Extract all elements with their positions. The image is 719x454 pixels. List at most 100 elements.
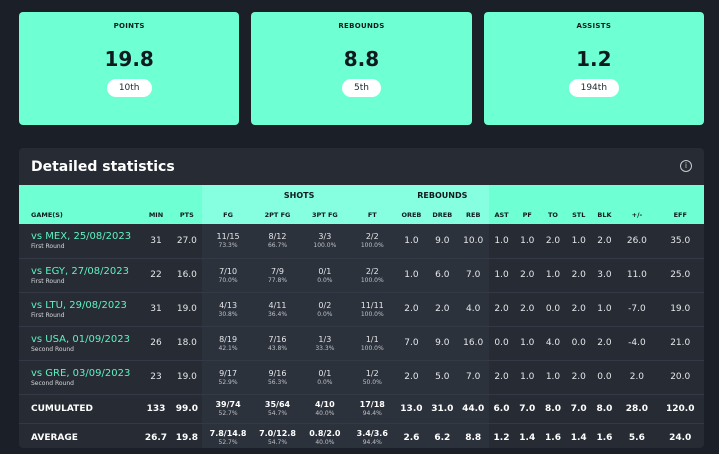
steals-value: 7.0 bbox=[570, 403, 587, 414]
defensive-rebounds-value: 31.0 bbox=[431, 403, 454, 414]
col-header-2pt-fg[interactable]: 2PT FG bbox=[253, 205, 302, 224]
shot-made-attempted: 39/74 bbox=[215, 400, 241, 409]
col-header-eff[interactable]: EFF bbox=[656, 205, 704, 224]
fouls-value: 2.0 bbox=[520, 304, 535, 314]
blocks-value: 1.0 bbox=[597, 304, 612, 314]
detailed-statistics-panel: Detailed statistics i SHOTS REBOUNDS GAM… bbox=[19, 148, 704, 448]
col-header-pf[interactable]: PF bbox=[514, 205, 541, 224]
efficiency-value: 35.0 bbox=[670, 235, 691, 246]
game-link[interactable]: vs EGY, 27/08/2023 bbox=[31, 266, 141, 277]
col-header-3pt-fg[interactable]: 3PT FG bbox=[301, 205, 349, 224]
shot-percentage: 100.0% bbox=[360, 344, 384, 352]
turnovers-value: 8.0 bbox=[545, 403, 561, 414]
shots-group-header: SHOTS bbox=[202, 185, 396, 205]
col-header-pts[interactable]: PTS bbox=[171, 205, 203, 224]
assists-value: 1.2 bbox=[493, 432, 510, 443]
shot-made-attempted: 0/1 bbox=[318, 368, 332, 378]
assists-value: 0.0 bbox=[494, 338, 509, 348]
game-round: Second Round bbox=[31, 345, 74, 353]
blocks-value: 3.0 bbox=[597, 270, 612, 280]
shot-made-attempted: 7.8/14.8 bbox=[209, 429, 247, 438]
column-header-row: GAME(S) MIN PTS FG 2PT FG 3PT FG FT OREB… bbox=[19, 205, 704, 224]
col-header-games[interactable]: GAME(S) bbox=[19, 205, 141, 224]
efficiency-value: 19.0 bbox=[670, 304, 691, 314]
shot-percentage: 0.0% bbox=[317, 310, 333, 318]
game-link[interactable]: vs USA, 01/09/2023 bbox=[31, 334, 141, 345]
shot-made-attempted: 4/11 bbox=[268, 300, 287, 310]
col-header-fg[interactable]: FG bbox=[202, 205, 254, 224]
assists-label: ASSISTS bbox=[576, 22, 612, 30]
rebounds-value: 7.0 bbox=[466, 270, 481, 280]
defensive-rebounds-value: 5.0 bbox=[435, 372, 450, 382]
rebounds-value: 7.0 bbox=[466, 372, 481, 382]
plus-minus-value: 11.0 bbox=[626, 270, 647, 280]
col-header-ft[interactable]: FT bbox=[348, 205, 396, 224]
col-header-reb[interactable]: REB bbox=[457, 205, 489, 224]
col-header-min[interactable]: MIN bbox=[140, 205, 172, 224]
col-header-blk[interactable]: BLK bbox=[591, 205, 618, 224]
shot-percentage: 43.8% bbox=[267, 344, 288, 352]
plus-minus-value: 5.6 bbox=[628, 432, 645, 443]
shot-made-attempted: 11/11 bbox=[360, 300, 384, 310]
shot-percentage: 100.0% bbox=[360, 310, 384, 318]
game-round: First Round bbox=[31, 243, 65, 251]
efficiency-value: 24.0 bbox=[669, 432, 692, 443]
plus-minus-value: -7.0 bbox=[628, 304, 646, 314]
offensive-rebounds-value: 2.0 bbox=[404, 372, 419, 382]
game-link[interactable]: vs LTU, 29/08/2023 bbox=[31, 300, 141, 311]
shot-made-attempted: 7/16 bbox=[268, 334, 287, 344]
minutes-value: 22 bbox=[150, 270, 162, 280]
rebounds-group-header: REBOUNDS bbox=[395, 185, 489, 205]
panel-title: Detailed statistics bbox=[31, 159, 175, 175]
shot-percentage: 94.4% bbox=[362, 439, 382, 446]
col-header-dreb[interactable]: DREB bbox=[426, 205, 458, 224]
shot-made-attempted: 1/3 bbox=[318, 334, 332, 344]
col-header-oreb[interactable]: OREB bbox=[395, 205, 427, 224]
steals-value: 2.0 bbox=[571, 270, 586, 280]
col-header-plus-minus[interactable]: +/- bbox=[617, 205, 657, 224]
shot-percentage: 100.0% bbox=[360, 242, 384, 250]
offensive-rebounds-value: 2.0 bbox=[404, 304, 419, 314]
col-header-stl[interactable]: STL bbox=[565, 205, 592, 224]
turnovers-value: 0.0 bbox=[545, 304, 561, 314]
assists-value: 1.0 bbox=[494, 270, 509, 280]
points-value: 16.0 bbox=[176, 270, 197, 280]
shot-made-attempted: 2/2 bbox=[365, 232, 379, 242]
col-header-to[interactable]: TO bbox=[540, 205, 566, 224]
shot-percentage: 33.3% bbox=[315, 344, 335, 352]
col-header-ast[interactable]: AST bbox=[488, 205, 515, 224]
offensive-rebounds-value: 1.0 bbox=[404, 235, 419, 246]
shot-made-attempted: 8/12 bbox=[268, 232, 287, 242]
defensive-rebounds-value: 2.0 bbox=[435, 304, 450, 314]
assists-value: 2.0 bbox=[494, 372, 509, 382]
shot-made-attempted: 3/3 bbox=[318, 232, 332, 242]
shot-made-attempted: 7/9 bbox=[271, 266, 284, 276]
assists-rank-badge: 194th bbox=[568, 79, 620, 97]
efficiency-value: 120.0 bbox=[665, 403, 695, 414]
turnovers-value: 1.6 bbox=[545, 432, 561, 443]
points-value: 27.0 bbox=[176, 235, 197, 246]
info-icon[interactable]: i bbox=[680, 160, 692, 172]
assists-value: 1.0 bbox=[494, 235, 509, 246]
points-value: 99.0 bbox=[175, 403, 198, 414]
shot-percentage: 36.4% bbox=[267, 310, 288, 318]
offensive-rebounds-value: 1.0 bbox=[404, 270, 419, 280]
fouls-value: 1.0 bbox=[520, 235, 535, 246]
defensive-rebounds-value: 6.0 bbox=[435, 270, 450, 280]
offensive-rebounds-value: 13.0 bbox=[400, 403, 423, 414]
points-rank-badge: 10th bbox=[106, 79, 152, 97]
rebounds-rank-badge: 5th bbox=[342, 79, 381, 97]
game-link[interactable]: vs GRE, 03/09/2023 bbox=[31, 368, 141, 379]
rebounds-card: REBOUNDS 8.8 5th bbox=[251, 12, 472, 125]
shot-made-attempted: 0.8/2.0 bbox=[309, 429, 341, 438]
shot-made-attempted: 3.4/3.6 bbox=[356, 429, 388, 438]
shot-percentage: 73.3% bbox=[218, 242, 238, 250]
assists-value: 1.2 bbox=[576, 47, 612, 71]
points-value: 19.8 bbox=[104, 47, 154, 71]
plus-minus-value: 28.0 bbox=[625, 403, 648, 414]
average-row: AVERAGE 26.7 19.8 7.8/14.8 52.7% 7.0/12.8 54.7… bbox=[19, 423, 704, 448]
turnovers-value: 1.0 bbox=[545, 372, 561, 382]
game-link[interactable]: vs MEX, 25/08/2023 bbox=[31, 231, 141, 242]
points-value: 19.0 bbox=[176, 304, 197, 314]
rebounds-label: REBOUNDS bbox=[338, 22, 385, 30]
